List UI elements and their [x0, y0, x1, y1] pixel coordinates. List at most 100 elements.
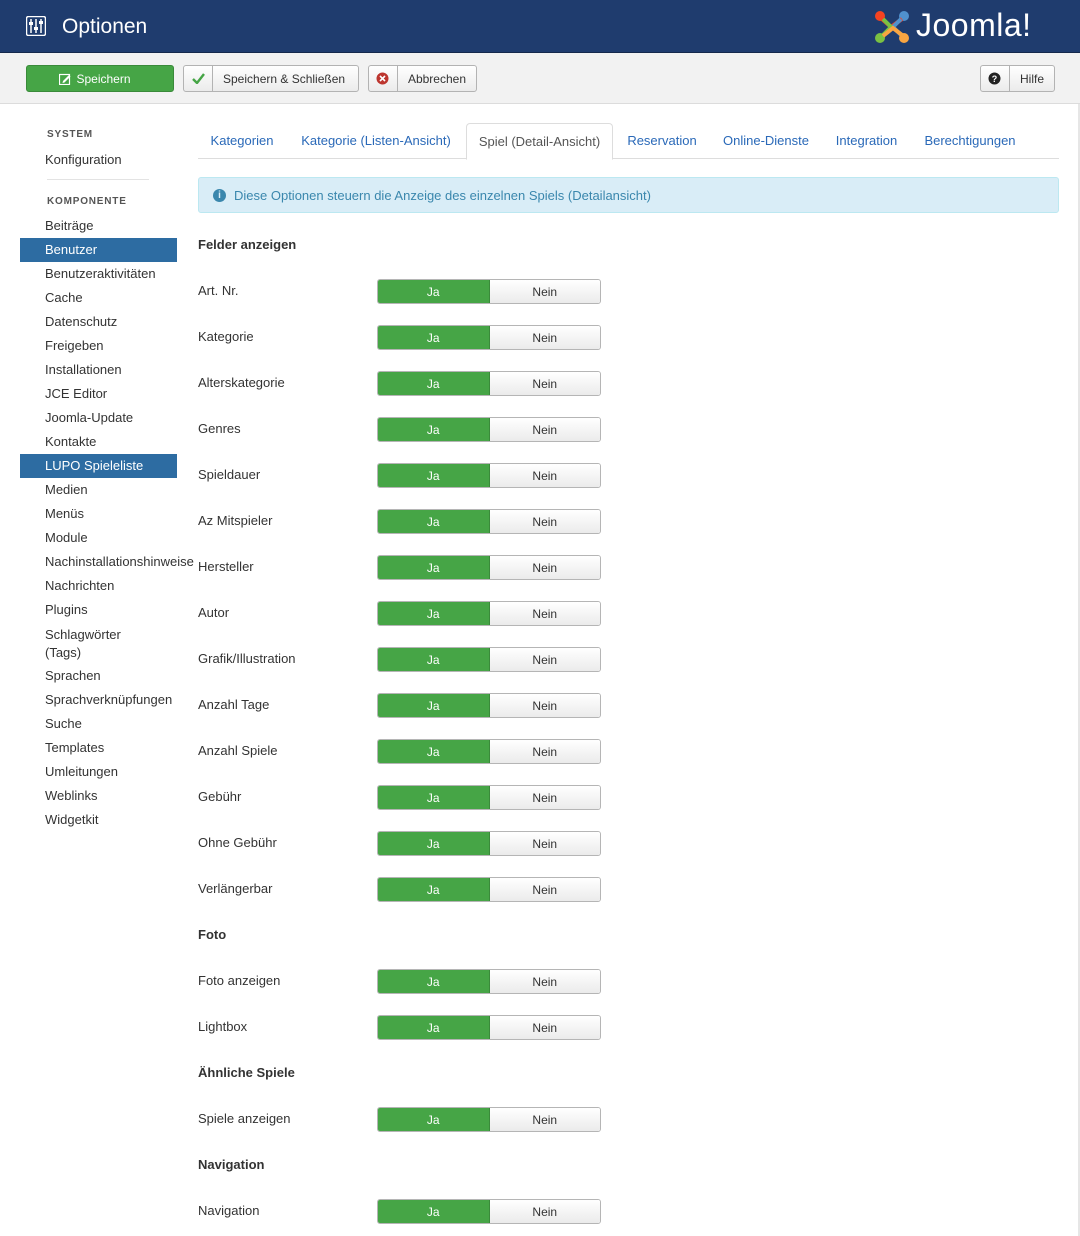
toggle-no-button[interactable]: Nein [489, 280, 600, 303]
section-title: Foto [198, 927, 227, 942]
yes-no-toggle: Ja Nein [377, 325, 601, 350]
toggle-no-button[interactable]: Nein [489, 648, 600, 671]
sidebar-item-sprachverknüpfungen[interactable]: Sprachverknüpfungen [20, 688, 177, 712]
toggle-yes-button[interactable]: Ja [378, 510, 490, 533]
yes-no-toggle: Ja Nein [377, 785, 601, 810]
svg-text:?: ? [992, 74, 998, 84]
tab-kategorien[interactable]: Kategorien [198, 123, 286, 159]
toggle-yes-button[interactable]: Ja [378, 280, 490, 303]
sidebar-item-benutzeraktivitäten[interactable]: Benutzeraktivitäten [20, 262, 177, 286]
sidebar-item-konfiguration[interactable]: Konfiguration [20, 148, 177, 172]
tab-berechtigungen[interactable]: Berechtigungen [912, 123, 1028, 159]
sidebar-item-lupo-spieleliste[interactable]: LUPO Spieleliste [20, 454, 177, 478]
help-button[interactable]: ? Hilfe [980, 65, 1055, 92]
cancel-button[interactable]: Abbrechen [368, 65, 477, 92]
help-icon: ? [981, 66, 1010, 91]
yes-no-toggle: Ja Nein [377, 417, 601, 442]
toolbar: Speichern Speichern & Schließen Abbreche… [0, 53, 1080, 104]
toggle-no-button[interactable]: Nein [489, 418, 600, 441]
toggle-yes-button[interactable]: Ja [378, 418, 490, 441]
sidebar-item-sprachen[interactable]: Sprachen [20, 664, 177, 688]
sidebar-item-kontakte[interactable]: Kontakte [20, 430, 177, 454]
toggle-no-button[interactable]: Nein [489, 602, 600, 625]
sidebar-item-installationen[interactable]: Installationen [20, 358, 177, 382]
yes-no-toggle: Ja Nein [377, 877, 601, 902]
toggle-no-button[interactable]: Nein [489, 832, 600, 855]
yes-no-toggle: Ja Nein [377, 509, 601, 534]
sidebar-item-nachrichten[interactable]: Nachrichten [20, 574, 177, 598]
toggle-no-button[interactable]: Nein [489, 326, 600, 349]
toggle-yes-button[interactable]: Ja [378, 1108, 490, 1131]
tab-online-dienste[interactable]: Online-Dienste [711, 123, 821, 159]
toggle-no-button[interactable]: Nein [489, 970, 600, 993]
yes-no-toggle: Ja Nein [377, 371, 601, 396]
toggle-no-button[interactable]: Nein [489, 510, 600, 533]
tab-kategorie-listen-ansicht[interactable]: Kategorie (Listen-Ansicht) [287, 123, 465, 159]
joomla-logo-icon [875, 11, 909, 43]
field-label: Art. Nr. [198, 283, 239, 298]
toggle-yes-button[interactable]: Ja [378, 832, 490, 855]
toggle-no-button[interactable]: Nein [489, 878, 600, 901]
sidebar-item-module[interactable]: Module [20, 526, 177, 550]
sidebar-item-medien[interactable]: Medien [20, 478, 177, 502]
sidebar-item-cache[interactable]: Cache [20, 286, 177, 310]
field-label: Alterskategorie [198, 375, 285, 390]
toggle-yes-button[interactable]: Ja [378, 1200, 490, 1223]
toggle-yes-button[interactable]: Ja [378, 602, 490, 625]
field-label: Grafik/Illustration [198, 651, 296, 666]
toggle-yes-button[interactable]: Ja [378, 694, 490, 717]
tab-integration[interactable]: Integration [822, 123, 911, 159]
field-label: Autor [198, 605, 230, 620]
toggle-yes-button[interactable]: Ja [378, 878, 490, 901]
sidebar-item-templates[interactable]: Templates [20, 736, 177, 760]
toggle-yes-button[interactable]: Ja [378, 464, 490, 487]
tab-reservation[interactable]: Reservation [614, 123, 710, 159]
sidebar-heading-system: SYSTEM [47, 129, 93, 140]
tab-spiel-detail-ansicht[interactable]: Spiel (Detail-Ansicht) [466, 123, 613, 160]
yes-no-toggle: Ja Nein [377, 693, 601, 718]
toggle-no-button[interactable]: Nein [489, 1108, 600, 1131]
yes-no-toggle: Ja Nein [377, 647, 601, 672]
toggle-yes-button[interactable]: Ja [378, 970, 490, 993]
toggle-yes-button[interactable]: Ja [378, 740, 490, 763]
toggle-no-button[interactable]: Nein [489, 740, 600, 763]
toggle-yes-button[interactable]: Ja [378, 648, 490, 671]
sidebar-item-menüs[interactable]: Menüs [20, 502, 177, 526]
toggle-no-button[interactable]: Nein [489, 556, 600, 579]
toggle-yes-button[interactable]: Ja [378, 556, 490, 579]
sidebar-item-datenschutz[interactable]: Datenschutz [20, 310, 177, 334]
sidebar-item-nachinstallationshinweise[interactable]: Nachinstallationshinweise [20, 550, 194, 574]
sidebar-item-joomla-update[interactable]: Joomla-Update [20, 406, 177, 430]
sidebar-item-freigeben[interactable]: Freigeben [20, 334, 177, 358]
toggle-no-button[interactable]: Nein [489, 786, 600, 809]
page-title: Optionen [62, 15, 148, 38]
sidebar-item-suche[interactable]: Suche [20, 712, 177, 736]
section-title: Navigation [198, 1157, 265, 1172]
save-close-button[interactable]: Speichern & Schließen [183, 65, 359, 92]
yes-no-toggle: Ja Nein [377, 739, 601, 764]
sidebar-item-beiträge[interactable]: Beiträge [20, 214, 177, 238]
sidebar-item-plugins[interactable]: Plugins [20, 598, 177, 622]
sidebar-item-widgetkit[interactable]: Widgetkit [20, 808, 177, 832]
sidebar-item-weblinks[interactable]: Weblinks [20, 784, 177, 808]
toggle-no-button[interactable]: Nein [489, 1016, 600, 1039]
field-label: Spieldauer [198, 467, 261, 482]
toggle-no-button[interactable]: Nein [489, 372, 600, 395]
sidebar-item-benutzer[interactable]: Benutzer [20, 238, 177, 262]
toggle-yes-button[interactable]: Ja [378, 1016, 490, 1039]
toggle-no-button[interactable]: Nein [489, 464, 600, 487]
yes-no-toggle: Ja Nein [377, 1015, 601, 1040]
toggle-no-button[interactable]: Nein [489, 694, 600, 717]
toggle-yes-button[interactable]: Ja [378, 786, 490, 809]
sidebar-item-schlagwörter-tags[interactable]: Schlagwörter (Tags) [20, 622, 140, 662]
sidebar-item-jce-editor[interactable]: JCE Editor [20, 382, 177, 406]
field-label: Anzahl Spiele [198, 743, 278, 758]
toggle-yes-button[interactable]: Ja [378, 326, 490, 349]
sidebar-item-umleitungen[interactable]: Umleitungen [20, 760, 177, 784]
yes-no-toggle: Ja Nein [377, 601, 601, 626]
save-button[interactable]: Speichern [26, 65, 174, 92]
toggle-no-button[interactable]: Nein [489, 1200, 600, 1223]
field-label: Ohne Gebühr [198, 835, 277, 850]
toggle-yes-button[interactable]: Ja [378, 372, 490, 395]
sidebar-heading-component: KOMPONENTE [47, 196, 127, 207]
